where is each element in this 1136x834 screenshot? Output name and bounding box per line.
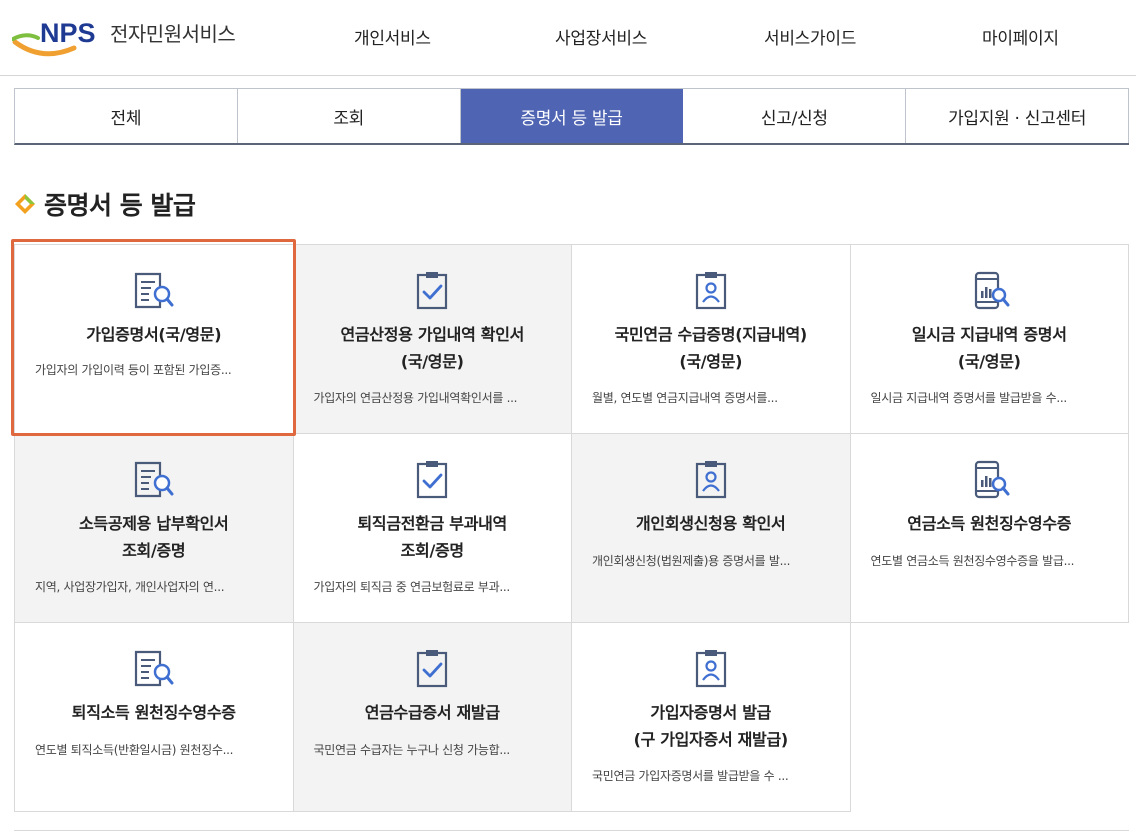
card-description: 국민연금 가입자증명서를 발급받을 수 ... bbox=[592, 769, 789, 783]
card-title: 퇴직금전환금 부과내역 조회/증명 bbox=[357, 514, 508, 560]
card-pension-receipt-proof[interactable]: 국민연금 수급증명(지급내역) (국/영문) 월별, 연도별 연금지급내역 증명서… bbox=[572, 245, 851, 434]
document-search-icon bbox=[134, 461, 174, 498]
bottom-divider bbox=[14, 830, 1129, 831]
card-title: 소득공제용 납부확인서 조회/증명 bbox=[79, 514, 229, 560]
section-heading: 증명서 등 발급 bbox=[14, 186, 196, 222]
card-description: 연도별 연금소득 원천징수영수증을 발급... bbox=[870, 554, 1075, 568]
card-enrollment-certificate[interactable]: 가입증명서(국/영문) 가입자의 가입이력 등이 포함된 가입증... bbox=[15, 245, 294, 434]
svg-text:NPS: NPS bbox=[40, 18, 96, 48]
card-lump-sum-payment-certificate[interactable]: 일시금 지급내역 증명서 (국/영문) 일시금 지급내역 증명서를 발급받을 수.… bbox=[850, 245, 1129, 434]
card-description: 일시금 지급내역 증명서를 발급받을 수... bbox=[870, 391, 1068, 405]
logo-service-name: 전자민원서비스 bbox=[110, 22, 236, 46]
page-title: 증명서 등 발급 bbox=[44, 191, 196, 220]
nps-logo-icon: NPS bbox=[12, 18, 96, 57]
mobile-chart-search-icon bbox=[975, 271, 1010, 310]
mobile-chart-search-icon bbox=[975, 460, 1010, 499]
card-title: 개인회생신청용 확인서 bbox=[636, 514, 786, 533]
document-search-icon bbox=[134, 650, 174, 687]
card-pension-certificate-reissue[interactable]: 연금수급증서 재발급 국민연금 수급자는 누구나 신청 가능합... bbox=[293, 623, 572, 812]
certificate-grid: 가입증명서(국/영문) 가입자의 가입이력 등이 포함된 가입증... 연금산정… bbox=[14, 244, 1129, 812]
category-tabs: 전체 조회 증명서 등 발급 신고/신청 가입지원 · 신고센터 bbox=[14, 88, 1129, 145]
card-title: 일시금 지급내역 증명서 (국/영문) bbox=[911, 325, 1067, 371]
id-badge-icon bbox=[695, 461, 726, 499]
card-description: 국민연금 수급자는 누구나 신청 가능합... bbox=[313, 743, 511, 757]
card-retirement-income-withholding-receipt[interactable]: 퇴직소득 원천징수영수증 연도별 퇴직소득(반환일시금) 원천징수... bbox=[15, 623, 294, 812]
card-severance-conversion-levy[interactable]: 퇴직금전환금 부과내역 조회/증명 가입자의 퇴직금 중 연금보험료로 부과... bbox=[293, 434, 572, 623]
site-header: NPS 전자민원서비스 개인서비스 사업장서비스 서비스가이드 마이페이지 bbox=[0, 0, 1136, 76]
tab-report-apply[interactable]: 신고/신청 bbox=[683, 89, 907, 143]
document-search-icon bbox=[134, 272, 174, 309]
card-title: 연금수급증서 재발급 bbox=[364, 703, 500, 722]
nps-logo[interactable]: NPS 전자민원서비스 bbox=[12, 12, 252, 60]
clipboard-check-icon bbox=[417, 650, 448, 688]
tab-certificate-issue[interactable]: 증명서 등 발급 bbox=[460, 89, 684, 143]
card-title: 연금산정용 가입내역 확인서 (국/영문) bbox=[340, 325, 525, 371]
card-title: 퇴직소득 원천징수영수증 bbox=[71, 703, 236, 722]
card-pension-calc-confirmation[interactable]: 연금산정용 가입내역 확인서 (국/영문) 가입자의 연금산정용 가입내역확인서를… bbox=[293, 245, 572, 434]
card-personal-rehabilitation-confirmation[interactable]: 개인회생신청용 확인서 개인회생신청(법원제출)용 증명서를 발... bbox=[572, 434, 851, 623]
card-tax-deduction-payment-confirmation[interactable]: 소득공제용 납부확인서 조회/증명 지역, 사업장가입자, 개인사업자의 연... bbox=[15, 434, 294, 623]
nav-my-page[interactable]: 마이페이지 bbox=[982, 24, 1059, 49]
card-description: 연도별 퇴직소득(반환일시금) 원천징수... bbox=[35, 743, 234, 757]
nav-personal-service[interactable]: 개인서비스 bbox=[354, 24, 431, 49]
card-description: 가입자의 가입이력 등이 포함된 가입증... bbox=[35, 363, 232, 377]
id-badge-icon bbox=[695, 272, 726, 310]
card-description: 지역, 사업장가입자, 개인사업자의 연... bbox=[35, 580, 225, 594]
empty-cell bbox=[850, 623, 1129, 812]
clipboard-check-icon bbox=[417, 461, 448, 499]
tab-all[interactable]: 전체 bbox=[15, 89, 238, 143]
tab-enrollment-support[interactable]: 가입지원 · 신고센터 bbox=[906, 89, 1129, 143]
card-title: 가입증명서(국/영문) bbox=[86, 325, 222, 344]
diamond-bullet-icon bbox=[15, 194, 35, 214]
nav-business-service[interactable]: 사업장서비스 bbox=[555, 24, 647, 49]
nav-service-guide[interactable]: 서비스가이드 bbox=[764, 24, 856, 49]
card-description: 월별, 연도별 연금지급내역 증명서를... bbox=[592, 391, 778, 405]
card-subscriber-certificate-issue[interactable]: 가입자증명서 발급 (구 가입자증서 재발급) 국민연금 가입자증명서를 발급받을… bbox=[572, 623, 851, 812]
card-title: 가입자증명서 발급 (구 가입자증서 재발급) bbox=[633, 703, 789, 749]
card-title: 연금소득 원천징수영수증 bbox=[907, 514, 1072, 533]
card-description: 개인회생신청(법원제출)용 증명서를 발... bbox=[592, 554, 791, 568]
card-title: 국민연금 수급증명(지급내역) (국/영문) bbox=[614, 325, 808, 371]
card-description: 가입자의 연금산정용 가입내역확인서를 ... bbox=[313, 391, 518, 405]
card-pension-income-withholding-receipt[interactable]: 연금소득 원천징수영수증 연도별 연금소득 원천징수영수증을 발급... bbox=[850, 434, 1129, 623]
tab-inquiry[interactable]: 조회 bbox=[237, 89, 461, 143]
clipboard-check-icon bbox=[417, 272, 448, 310]
card-description: 가입자의 퇴직금 중 연금보험료로 부과... bbox=[313, 580, 511, 594]
id-badge-icon bbox=[695, 650, 726, 688]
